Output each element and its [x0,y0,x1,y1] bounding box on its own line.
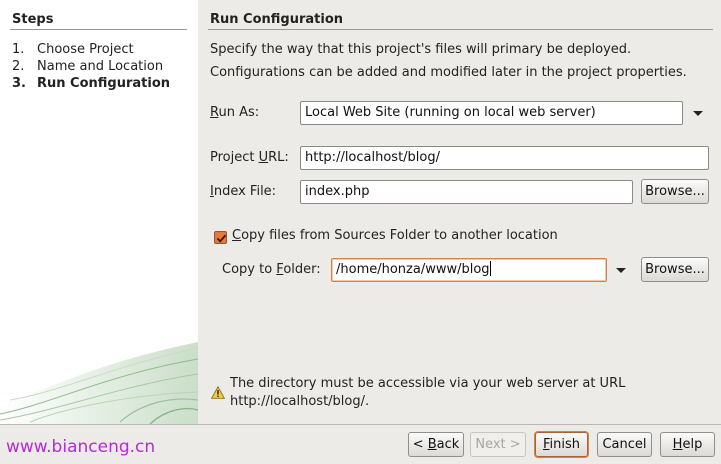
step-item: 2. Name and Location [12,58,170,75]
button-text: inish [549,437,581,452]
copy-to-folder-label: Copy to Folder: [222,262,321,277]
run-as-label: Run As: [210,105,259,120]
checkmark-icon [216,234,227,243]
button-mnemonic: H [672,437,683,452]
copy-files-checkbox[interactable] [214,231,227,244]
step-label: Name and Location [37,59,164,74]
description-line-1: Specify the way that this project's file… [210,42,632,57]
project-url-input[interactable]: http://localhost/blog/ [300,146,709,170]
step-item: 1. Choose Project [12,41,170,58]
step-label: Run Configuration [37,76,171,91]
index-file-input[interactable]: index.php [300,180,633,204]
label-text: older: [283,262,321,277]
index-file-label: Index File: [210,184,276,199]
run-configuration-panel: Run Configuration Specify the way that t… [198,0,721,424]
index-file-value: index.php [305,184,370,199]
label-text: ndex File: [213,184,277,199]
step-number: 2. [12,59,25,74]
button-text: < [412,437,428,452]
panel-title: Run Configuration [210,12,344,27]
project-url-value: http://localhost/blog/ [305,150,441,165]
decorative-swirl [0,342,198,424]
label-text: opy files from Sources Folder to another… [241,228,558,243]
watermark-text: www.bianceng.cn [6,437,156,457]
step-number: 1. [12,42,25,57]
steps-sidebar: Steps 1. Choose Project 2. Name and Locati… [0,0,198,424]
step-number: 3. [12,76,26,91]
description-line-2: Configurations can be added and modified… [210,65,687,80]
help-button[interactable]: Help [660,432,715,457]
label-text: Copy to [222,262,277,277]
cancel-button[interactable]: Cancel [597,432,652,457]
back-button[interactable]: < Back [408,432,464,457]
run-as-select[interactable]: Local Web Site (running on local web ser… [300,101,683,125]
warning-message-line-1: The directory must be accessible via you… [230,376,626,391]
label-mnemonic: C [232,228,242,243]
button-mnemonic: B [427,437,437,452]
warning-icon [211,386,225,399]
steps-title: Steps [12,12,54,27]
copy-files-label[interactable]: Copy files from Sources Folder to anothe… [232,228,558,243]
label-text: un As: [218,105,260,120]
steps-list: 1. Choose Project 2. Name and Location 3. R… [12,41,170,92]
copy-to-folder-dropdown-icon[interactable] [616,268,626,273]
finish-button[interactable]: Finish [535,432,588,457]
button-bar-divider [0,424,721,425]
button-text: ack [436,437,460,452]
step-item-current: 3. Run Configuration [12,75,170,92]
warning-message-line-2: http://localhost/blog/. [230,394,370,409]
step-label: Choose Project [37,42,134,57]
copy-to-folder-value: /home/honza/www/blog [336,262,490,277]
steps-divider [10,29,187,30]
run-as-dropdown-icon[interactable] [693,111,703,116]
copy-to-folder-input[interactable]: /home/honza/www/blog [331,258,607,282]
button-text: elp [682,437,703,452]
label-mnemonic: U [258,150,269,165]
panel-divider [208,29,713,30]
copy-to-folder-browse-button[interactable]: Browse... [641,257,709,282]
project-url-label: Project URL: [210,150,289,165]
run-as-value: Local Web Site (running on local web ser… [305,105,596,120]
label-text: RL: [268,150,289,165]
index-file-browse-button[interactable]: Browse... [641,179,709,204]
next-button[interactable]: Next > [470,432,526,457]
text-cursor [489,261,491,276]
label-text: Project [210,150,259,165]
